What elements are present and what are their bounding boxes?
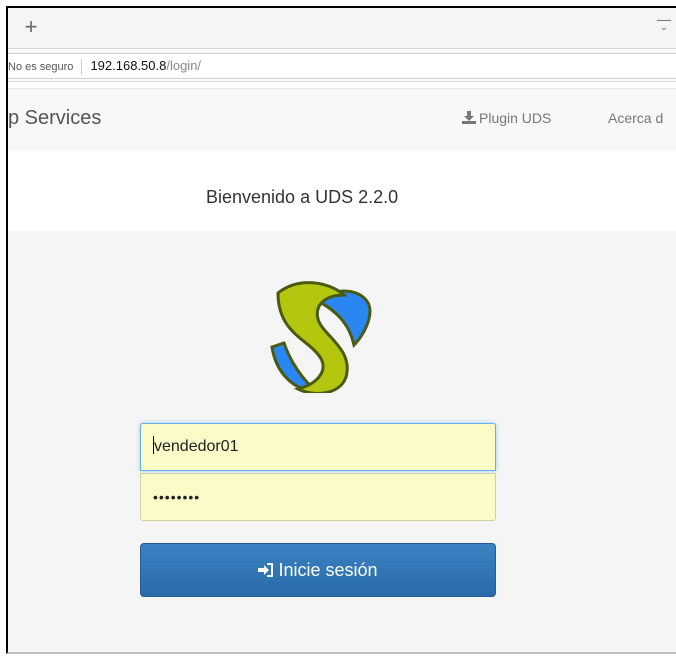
address-separator <box>81 58 83 75</box>
new-tab-button[interactable]: + <box>16 12 46 42</box>
plugin-uds-link[interactable]: Plugin UDS <box>462 110 551 126</box>
site-navbar: p Services Plugin UDS Acerca d <box>8 88 676 152</box>
about-link[interactable]: Acerca d <box>608 110 663 126</box>
url-path: /login/ <box>166 58 202 73</box>
login-button-label: Inicie sesión <box>278 560 378 580</box>
security-indicator[interactable]: No es seguro <box>8 61 73 73</box>
password-input[interactable]: •••••••• <box>140 473 496 521</box>
login-button[interactable]: Inicie sesión <box>140 543 496 597</box>
username-value: vendedor01 <box>154 438 239 455</box>
uds-logo <box>270 281 372 393</box>
url-host: 192.168.50.8 <box>90 58 167 73</box>
plugin-uds-label: Plugin UDS <box>479 110 552 126</box>
tab-list-menu-icon[interactable]: ⌄ <box>656 16 672 38</box>
welcome-title: Bienvenido a UDS 2.2.0 <box>206 187 399 207</box>
download-icon <box>462 111 476 124</box>
sign-in-icon <box>258 563 274 577</box>
brand-title[interactable]: p Services <box>8 107 101 130</box>
welcome-header: Bienvenido a UDS 2.2.0 <box>8 151 676 231</box>
address-bar: No es seguro 192.168.50.8/login/ <box>8 49 676 82</box>
browser-window: + ⌄ No es seguro 192.168.50.8/login/ p Se… <box>6 6 676 654</box>
tab-bar: + ⌄ <box>8 8 676 49</box>
password-value: •••••••• <box>153 489 201 505</box>
username-input[interactable]: vendedor01 <box>140 423 496 471</box>
url-field[interactable]: No es seguro 192.168.50.8/login/ <box>8 53 676 79</box>
login-panel: vendedor01 •••••••• Inicie sesión <box>8 231 676 652</box>
